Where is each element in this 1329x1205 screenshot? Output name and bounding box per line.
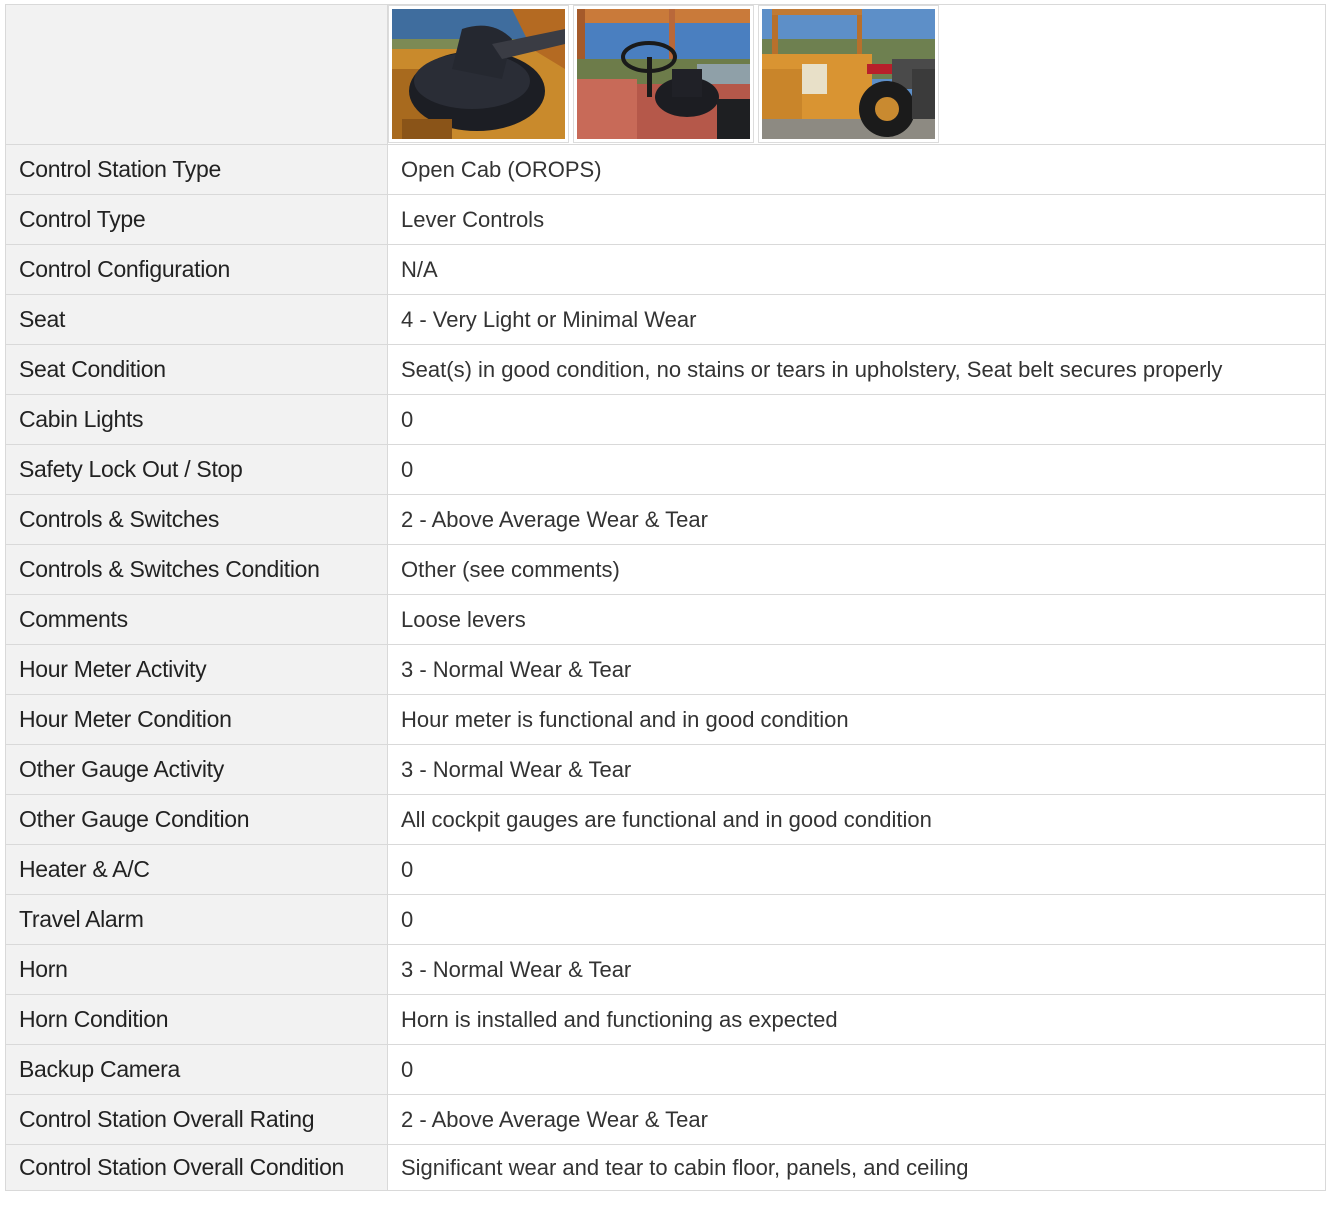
table-row: Controls & Switches 2 - Above Average We… [5,494,1326,545]
photo-thumbnail-2[interactable] [573,5,754,143]
row-label: Controls & Switches Condition [5,544,388,595]
table-row: Horn Condition Horn is installed and fun… [5,994,1326,1045]
row-value: 3 - Normal Wear & Tear [387,644,1326,695]
table-row: Travel Alarm 0 [5,894,1326,945]
row-value: 0 [387,1044,1326,1095]
row-label: Control Station Overall Condition [5,1144,388,1191]
row-label: Safety Lock Out / Stop [5,444,388,495]
row-label: Heater & A/C [5,844,388,895]
table-row: Other Gauge Activity 3 - Normal Wear & T… [5,744,1326,795]
table-row: Control Station Type Open Cab (OROPS) [5,144,1326,195]
row-label: Control Type [5,194,388,245]
row-value: 0 [387,894,1326,945]
photo-cab-steering-wheel [577,9,750,139]
table-row: Horn 3 - Normal Wear & Tear [5,944,1326,995]
row-label: Control Station Overall Rating [5,1094,388,1145]
row-label: Horn Condition [5,994,388,1045]
row-label: Other Gauge Activity [5,744,388,795]
table-row: Comments Loose levers [5,594,1326,645]
row-value: 0 [387,444,1326,495]
photo-row-value [387,4,1326,145]
table-row: Hour Meter Activity 3 - Normal Wear & Te… [5,644,1326,695]
photo-seat-closeup [392,9,565,139]
table-row: Control Station Overall Rating 2 - Above… [5,1094,1326,1145]
table-row: Controls & Switches Condition Other (see… [5,544,1326,595]
row-value: 4 - Very Light or Minimal Wear [387,294,1326,345]
table-row: Control Station Overall Condition Signif… [5,1144,1326,1191]
table-row: Control Configuration N/A [5,244,1326,295]
row-value: Horn is installed and functioning as exp… [387,994,1326,1045]
photo-thumbnail-3[interactable] [758,5,939,143]
row-label: Horn [5,944,388,995]
table-row: Control Type Lever Controls [5,194,1326,245]
row-value: N/A [387,244,1326,295]
row-label: Seat [5,294,388,345]
table-row: Hour Meter Condition Hour meter is funct… [5,694,1326,745]
row-label: Cabin Lights [5,394,388,445]
table-row: Seat Condition Seat(s) in good condition… [5,344,1326,395]
photo-strip [388,5,1325,143]
row-label: Control Station Type [5,144,388,195]
photo-tractor-side [762,9,935,139]
row-label: Control Configuration [5,244,388,295]
row-label: Hour Meter Condition [5,694,388,745]
photo-row [5,4,1326,145]
table-row: Seat 4 - Very Light or Minimal Wear [5,294,1326,345]
photo-row-label [5,4,388,145]
row-value: All cockpit gauges are functional and in… [387,794,1326,845]
row-value: 0 [387,844,1326,895]
table-row: Cabin Lights 0 [5,394,1326,445]
table-row: Backup Camera 0 [5,1044,1326,1095]
row-label: Backup Camera [5,1044,388,1095]
row-label: Travel Alarm [5,894,388,945]
row-value: 2 - Above Average Wear & Tear [387,1094,1326,1145]
row-value: 3 - Normal Wear & Tear [387,944,1326,995]
row-value: 2 - Above Average Wear & Tear [387,494,1326,545]
row-value: Loose levers [387,594,1326,645]
row-label: Hour Meter Activity [5,644,388,695]
row-value: Lever Controls [387,194,1326,245]
row-value: Other (see comments) [387,544,1326,595]
row-value: Open Cab (OROPS) [387,144,1326,195]
row-label: Comments [5,594,388,645]
row-value: 0 [387,394,1326,445]
photo-thumbnail-1[interactable] [388,5,569,143]
table-row: Safety Lock Out / Stop 0 [5,444,1326,495]
row-label: Seat Condition [5,344,388,395]
row-label: Other Gauge Condition [5,794,388,845]
row-value: Hour meter is functional and in good con… [387,694,1326,745]
row-value: 3 - Normal Wear & Tear [387,744,1326,795]
table-row: Other Gauge Condition All cockpit gauges… [5,794,1326,845]
table-row: Heater & A/C 0 [5,844,1326,895]
row-value: Seat(s) in good condition, no stains or … [387,344,1326,395]
row-label: Controls & Switches [5,494,388,545]
row-value: Significant wear and tear to cabin floor… [387,1144,1326,1191]
control-station-table: Control Station Type Open Cab (OROPS) Co… [5,4,1326,1191]
